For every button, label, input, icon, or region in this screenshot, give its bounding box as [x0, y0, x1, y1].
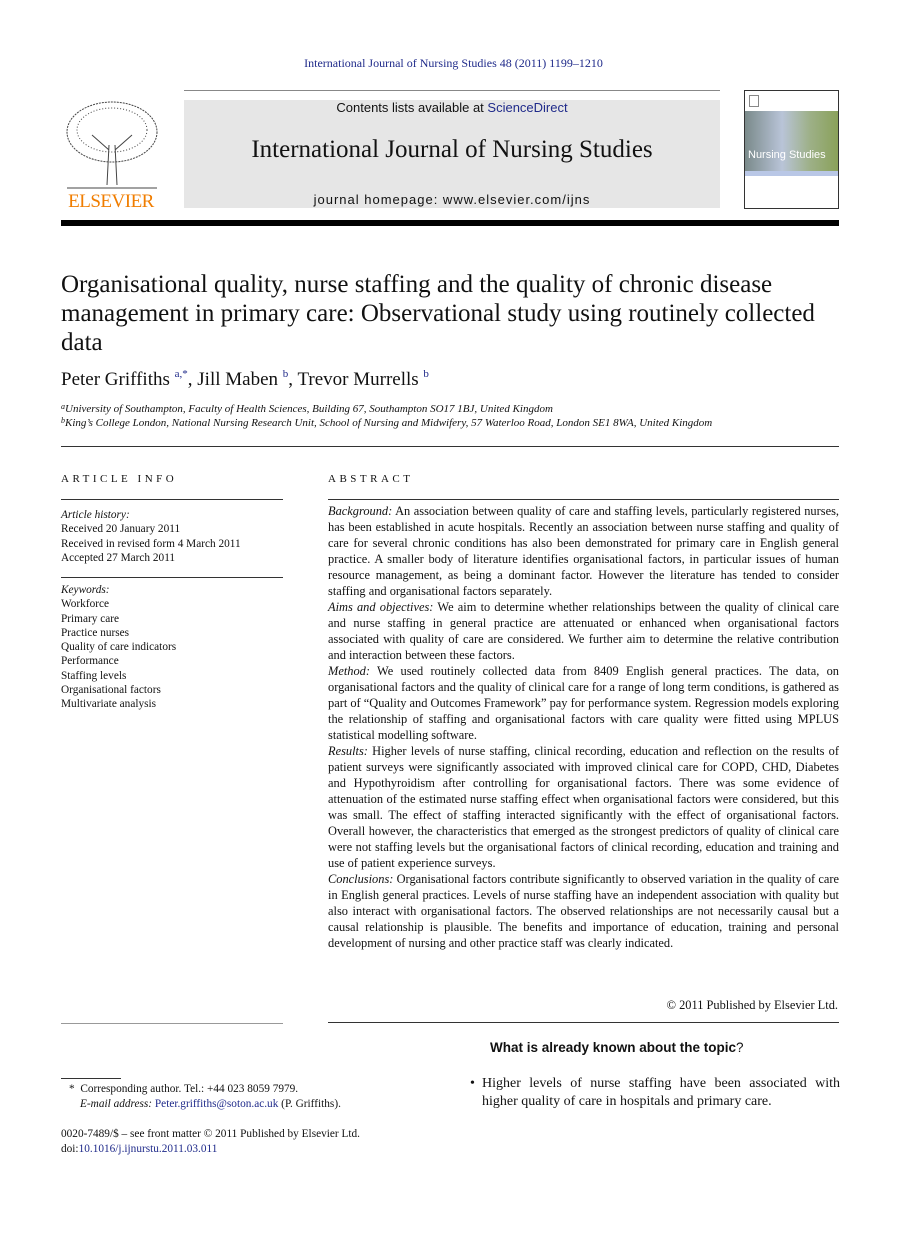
section-text: We used routinely collected data from 84…	[328, 664, 839, 742]
affiliation-text: University of Southampton, Faculty of He…	[65, 403, 553, 415]
affiliation-text: King’s College London, National Nursing …	[65, 417, 713, 429]
bullet-text: Higher levels of nurse staffing have bee…	[482, 1076, 840, 1109]
author-name: Trevor Murrells	[297, 369, 419, 390]
header-rule	[61, 220, 839, 226]
affiliation-marker: b	[61, 416, 65, 425]
contents-text: Contents lists available at	[336, 100, 488, 115]
divider	[61, 577, 283, 578]
article-history: Article history: Received 20 January 201…	[61, 508, 241, 565]
keyword: Organisational factors	[61, 684, 161, 697]
keyword: Staffing levels	[61, 669, 127, 682]
email-footnote: E-mail address: Peter.griffiths@soton.ac…	[80, 1097, 341, 1112]
doi-link[interactable]: 10.1016/j.ijnurstu.2011.03.011	[79, 1143, 218, 1155]
footnote-text: Corresponding author. Tel.: +44 023 8059…	[80, 1083, 299, 1095]
history-label: Article history:	[61, 509, 130, 521]
section-text: Higher levels of nurse staffing, clinica…	[328, 744, 839, 870]
section-text: An association between quality of care a…	[328, 504, 839, 598]
article-info-heading: ARTICLE INFO	[61, 473, 178, 485]
question-mark: ?	[736, 1040, 744, 1055]
copyright: © 2011 Published by Elsevier Ltd.	[666, 998, 838, 1012]
email-suffix: (P. Griffiths).	[278, 1098, 341, 1110]
doi-label: doi:	[61, 1143, 79, 1155]
divider	[184, 90, 720, 91]
footnote-marker: *	[69, 1083, 75, 1095]
history-item: Accepted 27 March 2011	[61, 551, 176, 564]
keywords: Keywords: Workforce Primary care Practic…	[61, 583, 176, 712]
author-affiliation-link[interactable]: b	[283, 368, 289, 380]
affiliation: aUniversity of Southampton, Faculty of H…	[61, 402, 553, 415]
email-label: E-mail address:	[80, 1098, 153, 1110]
article-title: Organisational quality, nurse staffing a…	[61, 271, 815, 356]
abstract-heading: ABSTRACT	[328, 473, 414, 485]
known-bullet: • Higher levels of nurse staffing have be…	[470, 1075, 840, 1111]
history-item: Received in revised form 4 March 2011	[61, 537, 241, 550]
contents-line: Contents lists available at ScienceDirec…	[184, 100, 720, 115]
author-affiliation-link[interactable]: b	[423, 368, 429, 380]
divider	[328, 499, 839, 500]
author-name: Peter Griffiths	[61, 369, 170, 390]
known-heading: What is already known about the topic?	[490, 1040, 744, 1055]
divider	[328, 1022, 839, 1023]
history-item: Received 20 January 2011	[61, 523, 181, 536]
section-label: Method:	[328, 664, 370, 678]
front-matter: 0020-7489/$ – see front matter © 2011 Pu…	[61, 1128, 361, 1140]
keyword: Primary care	[61, 612, 120, 625]
section-text: Organisational factors contribute signif…	[328, 872, 839, 950]
elsevier-wordmark: ELSEVIER	[68, 191, 154, 212]
sciencedirect-link[interactable]: ScienceDirect	[487, 100, 567, 115]
journal-citation-link[interactable]: International Journal of Nursing Studies…	[0, 56, 907, 71]
author-name: Jill Maben	[197, 369, 279, 390]
keywords-label: Keywords:	[61, 584, 110, 596]
divider	[61, 1023, 283, 1024]
journal-cover-image: Nursing Studies	[744, 90, 839, 209]
section-label: Results:	[328, 744, 368, 758]
corresponding-footnote: * Corresponding author. Tel.: +44 023 80…	[61, 1082, 298, 1097]
author-list: Peter Griffiths a,*, Jill Maben b, Trevo…	[61, 368, 429, 390]
doi: doi:10.1016/j.ijnurstu.2011.03.011	[61, 1142, 217, 1157]
divider	[61, 446, 839, 447]
section-label: Conclusions:	[328, 872, 394, 886]
footnote-rule	[61, 1078, 121, 1079]
cover-title: Nursing Studies	[748, 149, 826, 161]
known-heading-text: What is already known about the topic	[490, 1040, 737, 1055]
author-affiliation-link[interactable]: a,*	[175, 368, 188, 380]
abstract-body: Background: An association between quali…	[328, 503, 839, 951]
keyword: Multivariate analysis	[61, 698, 157, 711]
keyword: Performance	[61, 655, 119, 668]
section-label: Background:	[328, 504, 393, 518]
journal-title: International Journal of Nursing Studies	[251, 136, 653, 163]
keyword: Practice nurses	[61, 626, 130, 639]
affiliation-marker: a	[61, 402, 65, 411]
section-label: Aims and objectives:	[328, 600, 434, 614]
affiliation: bKing’s College London, National Nursing…	[61, 416, 713, 429]
journal-homepage-link[interactable]: journal homepage: www.elsevier.com/ijns	[184, 192, 720, 207]
keyword: Quality of care indicators	[61, 641, 177, 654]
keyword: Workforce	[61, 598, 110, 611]
bullet-icon: •	[470, 1076, 475, 1091]
email-link[interactable]: Peter.griffiths@soton.ac.uk	[155, 1098, 278, 1110]
divider	[61, 499, 283, 500]
